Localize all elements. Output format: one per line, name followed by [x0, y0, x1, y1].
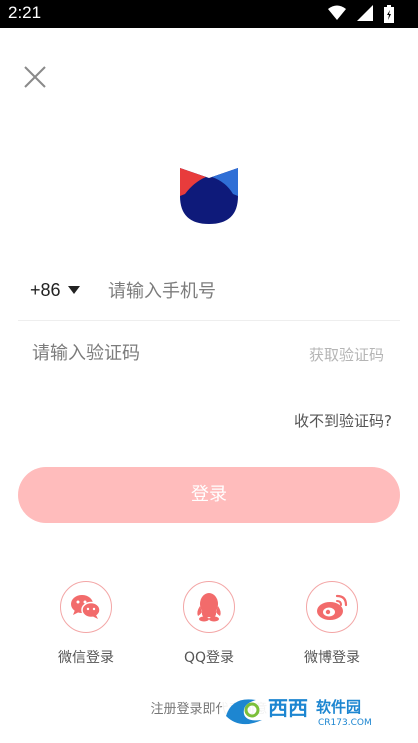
qq-login-label: QQ登录 [183, 650, 235, 666]
qq-login-button[interactable] [183, 581, 235, 633]
wechat-login-button[interactable] [60, 581, 112, 633]
weibo-login: 微博登录 [282, 581, 382, 667]
weibo-icon [317, 594, 348, 620]
wechat-login-label: 微信登录 [58, 650, 114, 666]
svg-text:西西: 西西 [268, 696, 308, 720]
wechat-login: 微信登录 [36, 581, 136, 667]
battery-icon [384, 5, 394, 23]
weibo-login-label: 微博登录 [304, 650, 360, 666]
signal-icon [356, 5, 373, 21]
no-code-link[interactable]: 收不到验证码? [294, 410, 392, 431]
status-time: 2:21 [8, 3, 42, 22]
phone-input[interactable] [108, 274, 388, 308]
wechat-icon [71, 595, 101, 619]
qq-login: QQ登录 [159, 581, 259, 667]
svg-text:软件园: 软件园 [316, 698, 361, 716]
status-bar: 2:21 [0, 0, 418, 28]
login-button[interactable]: 登录 [18, 467, 400, 523]
app-logo [176, 160, 242, 226]
watermark-logo: 西西 软件园 CR173.COM [222, 690, 398, 730]
country-code[interactable]: +86 [30, 280, 61, 301]
login-screen: 2:21 +86 请输入手机号 请输入验证码 获取验证码 收不到验证码? 登录 … [0, 0, 418, 743]
status-icons [322, 5, 394, 23]
svg-text:CR173.COM: CR173.COM [318, 718, 372, 728]
code-input[interactable] [32, 336, 262, 370]
qq-icon [197, 593, 221, 622]
chevron-down-icon[interactable] [68, 286, 80, 294]
close-button[interactable] [20, 62, 50, 92]
close-icon [24, 66, 46, 88]
code-row: 获取验证码 [18, 322, 400, 382]
wifi-icon [327, 5, 346, 20]
get-code-button[interactable]: 获取验证码 [309, 344, 384, 365]
phone-row: +86 [18, 262, 400, 321]
weibo-login-button[interactable] [306, 581, 358, 633]
